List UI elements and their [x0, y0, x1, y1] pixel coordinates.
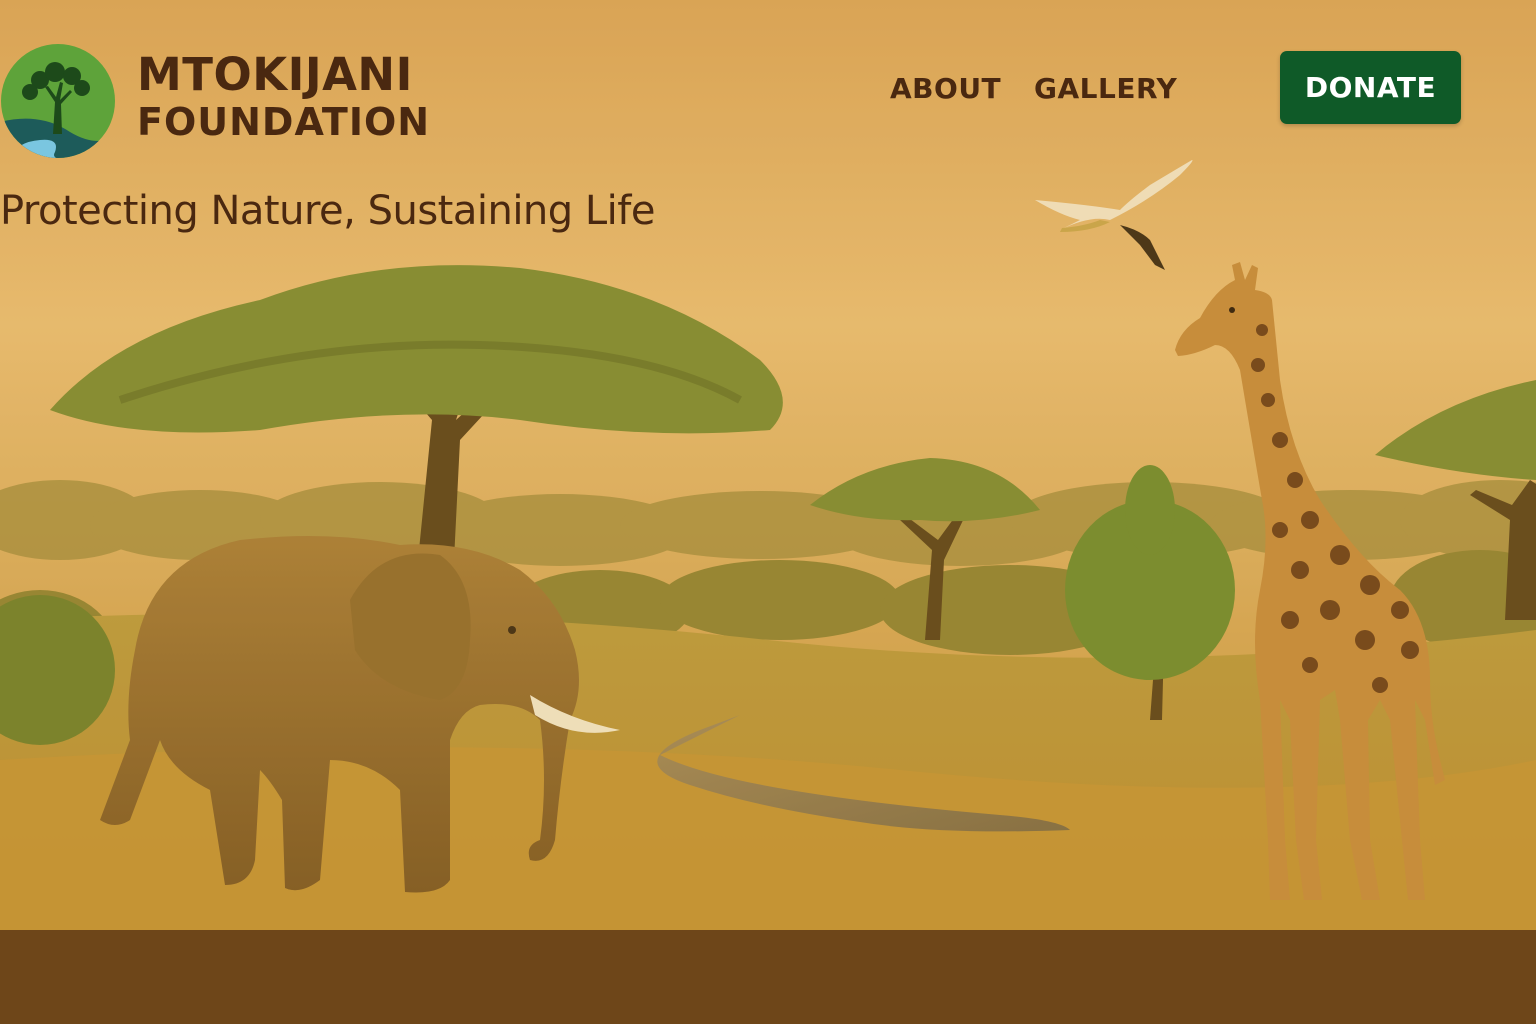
brand-name[interactable]: MTOKIJANI FOUNDATION: [137, 52, 430, 141]
nav-about-link[interactable]: ABOUT: [890, 72, 1001, 105]
brand-name-line1: MTOKIJANI: [137, 48, 413, 101]
tree-river-logo-icon[interactable]: [0, 42, 116, 160]
nav-gallery-link[interactable]: GALLERY: [1034, 72, 1177, 105]
footer-band: [0, 930, 1536, 1024]
brand-name-line2: FOUNDATION: [137, 100, 431, 144]
donate-button[interactable]: DONATE: [1280, 51, 1461, 124]
hero-tagline: Protecting Nature, Sustaining Life: [0, 188, 655, 234]
